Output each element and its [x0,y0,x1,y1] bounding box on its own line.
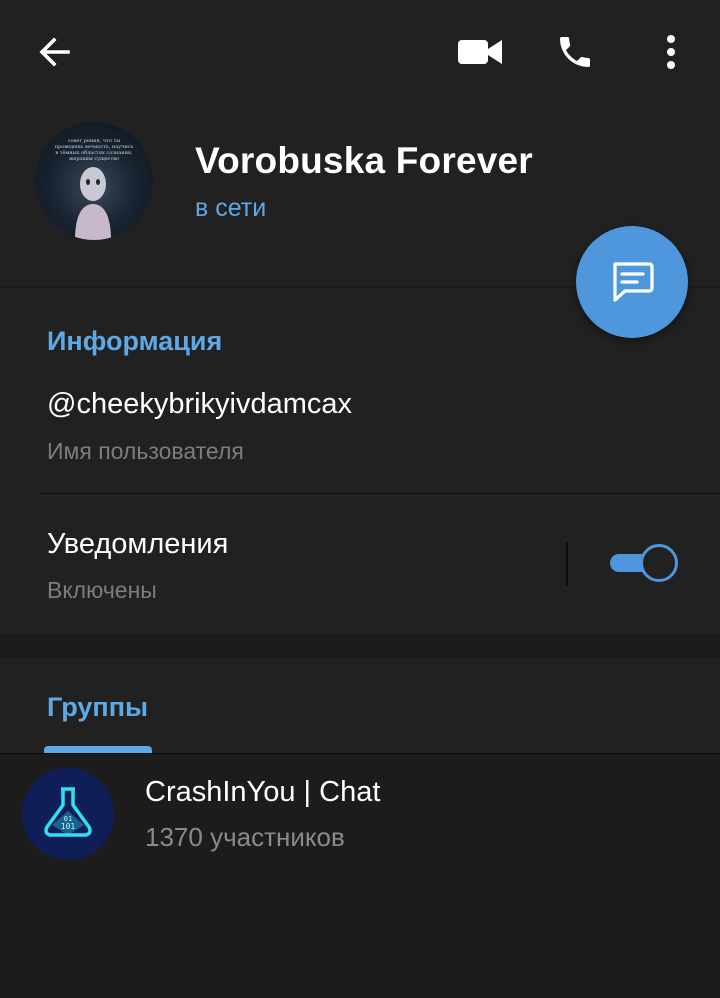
call-button[interactable] [545,22,605,82]
arrow-left-icon [39,37,70,67]
svg-text:101: 101 [61,822,76,831]
profile-avatar[interactable]: совет рения, что ты проведешь вечность, … [35,122,153,240]
send-message-button[interactable] [576,226,688,338]
info-divider [40,493,720,494]
profile-name: Vorobuska Forever [195,140,533,181]
tab-groups[interactable]: Группы [47,692,148,723]
avatar-figure-image [75,167,111,240]
back-button[interactable] [25,22,85,82]
phone-icon [560,37,590,67]
video-camera-icon [458,40,502,64]
message-icon [613,262,654,302]
toggle-separator [566,542,568,586]
username-label: Имя пользователя [47,438,244,464]
group-members: 1370 участников [145,822,345,852]
info-section-title: Информация [47,326,223,356]
more-vertical-icon [667,35,675,69]
group-item[interactable]: 101 01 CrashInYou | Chat 1370 участников [0,754,720,874]
more-button[interactable] [641,22,701,82]
username-value[interactable]: @cheekybrikyivdamcax [47,388,352,421]
online-status: в сети [195,194,267,222]
notifications-toggle[interactable] [610,544,678,582]
video-call-button[interactable] [450,22,510,82]
svg-text:01: 01 [64,815,72,823]
flask-icon: 101 01 [44,787,92,837]
groups-section: Группы 101 01 CrashInYou | Chat 1370 уча… [0,658,720,998]
groups-tabs: Группы [0,658,720,754]
group-avatar: 101 01 [22,768,114,860]
group-name: CrashInYou | Chat [145,776,381,808]
notifications-label[interactable]: Уведомления [47,528,228,561]
notifications-status: Включены [47,577,157,603]
toggle-knob [640,544,678,582]
info-section: Информация @cheekybrikyivdamcax Имя поль… [0,288,720,634]
